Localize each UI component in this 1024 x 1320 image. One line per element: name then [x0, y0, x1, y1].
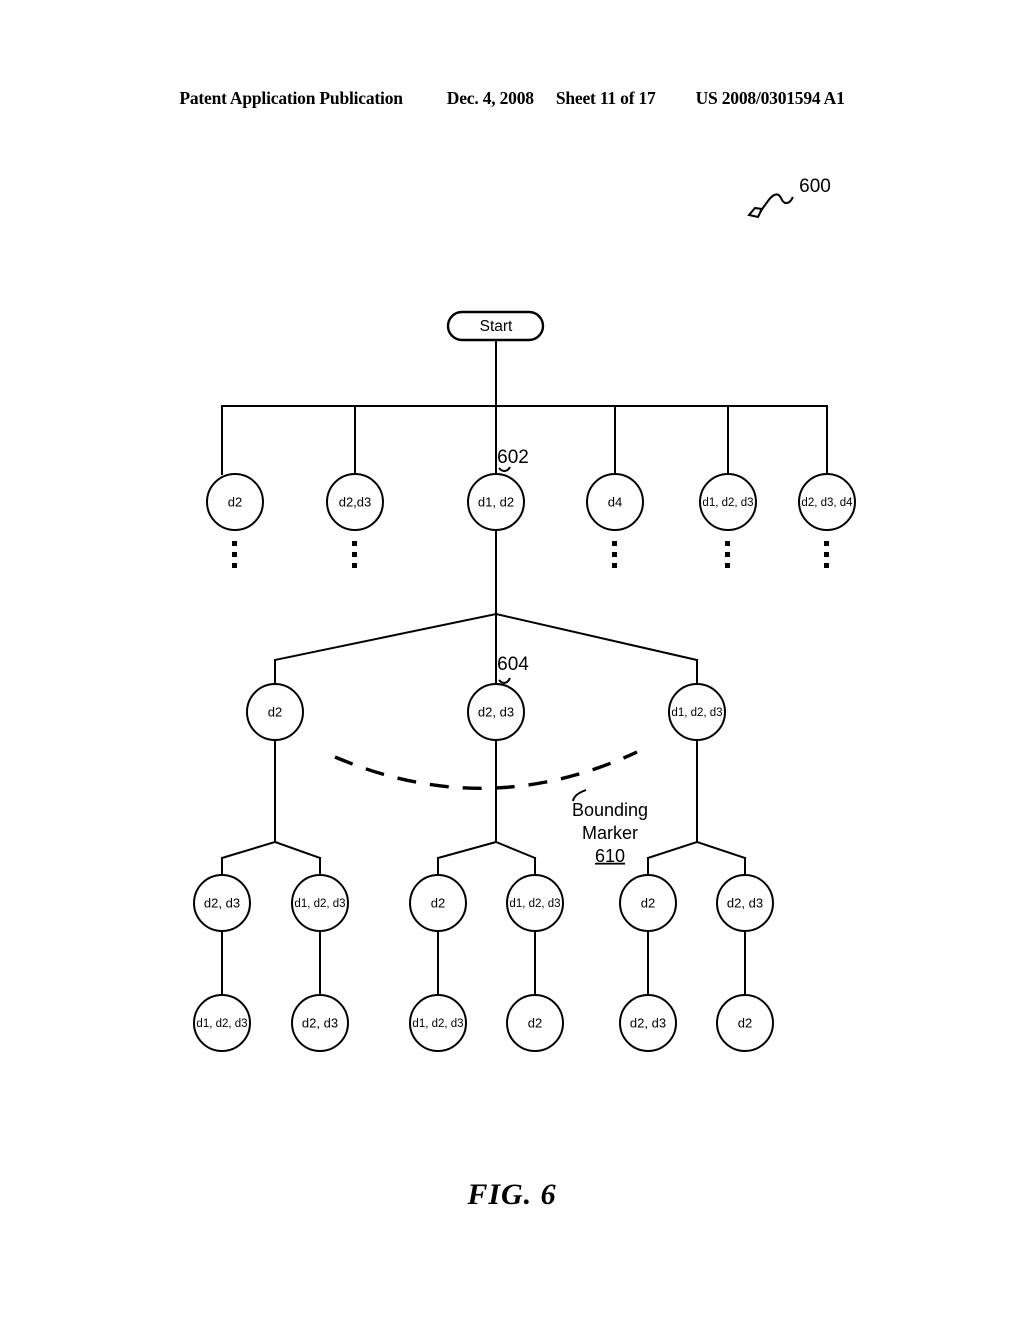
ref-602-label: 602	[497, 447, 529, 468]
tree-node-label: d2, d3	[302, 1015, 338, 1030]
tree-node-label: d1, d2, d3	[294, 898, 345, 910]
tree-node: d2, d3	[716, 874, 774, 932]
figure-caption: FIG. 6	[467, 1178, 557, 1211]
row3-nodes: d2, d3 d1, d2, d3 d2 d1, d2, d3 d2 d2, d…	[193, 874, 774, 932]
tree-node-label: d1, d2, d3	[196, 1018, 247, 1030]
tree-node: d2, d3	[619, 994, 677, 1052]
tree-node-label: d2,d3	[339, 494, 372, 509]
tree-node: d2, d3, d4	[798, 473, 856, 531]
tree-node: d2	[619, 874, 677, 932]
bounding-marker-line1: Bounding	[572, 800, 648, 820]
tree-node-label: d2	[268, 704, 282, 719]
row2-nodes: d2 d2, d3 d1, d2, d3	[246, 683, 726, 741]
tree-node: d4	[586, 473, 644, 531]
tree-node-label: d2, d3	[727, 895, 763, 910]
vertical-ellipsis-icon	[725, 541, 730, 568]
tree-node-label: d1, d2, d3	[671, 707, 722, 719]
tree-node: d2, d3	[193, 874, 251, 932]
row4-nodes: d1, d2, d3 d2, d3 d1, d2, d3 d2 d2, d3 d…	[193, 994, 774, 1052]
tree-node-label: d1, d2, d3	[509, 898, 560, 910]
tree-node: d2, d3	[291, 994, 349, 1052]
tree-node: d1, d2, d3	[291, 874, 349, 932]
tree-node-label: d2, d3, d4	[801, 497, 853, 509]
tree-node: d1, d2, d3	[506, 874, 564, 932]
tree-node: d1, d2, d3	[668, 683, 726, 741]
tree-node-label: d2	[528, 1015, 542, 1030]
tree-node: d2	[206, 473, 264, 531]
tree-node-label: d2	[641, 895, 655, 910]
tree-node-label: d1, d2, d3	[702, 497, 753, 509]
bounding-marker: Bounding Marker 610	[334, 750, 648, 866]
bounding-marker-line2: Marker	[582, 823, 638, 843]
tree-node-label: d2	[431, 895, 445, 910]
tree-node: d1, d2, d3	[699, 473, 757, 531]
ref-604-label: 604	[497, 654, 529, 675]
tree-node: d2,d3	[326, 473, 384, 531]
tree-node-label: d1, d2	[478, 494, 514, 509]
tree-node-label: d2, d3	[630, 1015, 666, 1030]
tree-node: d1, d2, d3	[193, 994, 251, 1052]
diagram-ref-label: 600	[799, 176, 831, 197]
tree-node-label: d2, d3	[478, 704, 514, 719]
vertical-ellipsis-icon	[824, 541, 829, 568]
tree-node: d2	[409, 874, 467, 932]
tree-node: d2	[246, 683, 304, 741]
tree-diagram: 600 Start 602 d2 d2,d3 d1, d2 d4 d1, d2,…	[193, 176, 856, 1052]
ellipsis-marks	[232, 541, 829, 568]
tree-node-label: d1, d2, d3	[412, 1018, 463, 1030]
row1-nodes: d2 d2,d3 d1, d2 d4 d1, d2, d3 d2, d3, d4	[206, 473, 856, 531]
start-node-label: Start	[480, 318, 513, 335]
node-reference-604: 604	[497, 654, 529, 684]
level2-connectors	[273, 529, 699, 687]
tree-node: d2	[716, 994, 774, 1052]
tree-node-label: d4	[608, 494, 622, 509]
vertical-ellipsis-icon	[612, 541, 617, 568]
tree-node: d2, d3	[467, 683, 525, 741]
start-node: Start	[446, 310, 545, 342]
bounding-marker-ref: 610	[595, 846, 625, 866]
patent-figure-page: Patent Application Publication Dec. 4, 2…	[0, 0, 1024, 1320]
level3-connectors	[220, 739, 747, 876]
vertical-ellipsis-icon	[232, 541, 237, 568]
tree-node-label: d2, d3	[204, 895, 240, 910]
vertical-ellipsis-icon	[352, 541, 357, 568]
tree-node-label: d2	[228, 494, 242, 509]
tree-node-label: d2	[738, 1015, 752, 1030]
diagram-reference-600: 600	[747, 176, 831, 219]
level4-connectors	[221, 930, 746, 996]
tree-node: d1, d2	[467, 473, 525, 531]
tree-node: d1, d2, d3	[409, 994, 467, 1052]
node-reference-602: 602	[497, 447, 529, 472]
tree-node: d2	[506, 994, 564, 1052]
